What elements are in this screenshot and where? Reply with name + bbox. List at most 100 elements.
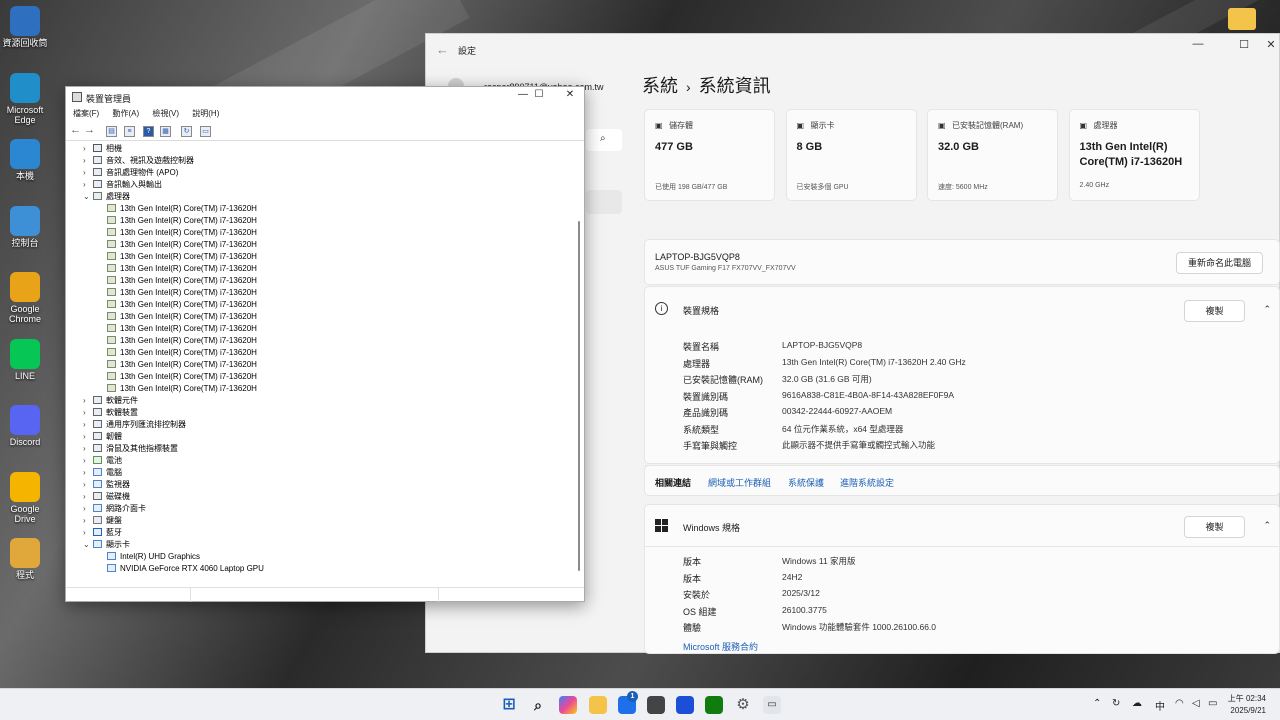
nav-selected-item[interactable] <box>586 190 622 214</box>
desktop-shortcut[interactable]: 資源回收筒 <box>2 6 48 48</box>
chevron-up-icon[interactable]: ⌃ <box>1093 698 1101 709</box>
menu-view[interactable]: 檢視(V) <box>152 109 179 118</box>
maximize-button[interactable]: ☐ <box>1229 38 1259 51</box>
tree-device[interactable]: 13th Gen Intel(R) Core(TM) i7-13620H <box>107 203 257 215</box>
tree-category[interactable]: › 藍牙 <box>83 527 122 539</box>
settings-icon[interactable]: ⚙ <box>734 696 752 714</box>
collapse-chevron-icon[interactable]: ⌄ <box>83 539 93 551</box>
search-icon[interactable]: ⌕ <box>529 696 547 714</box>
tree-category[interactable]: › 鍵盤 <box>83 515 122 527</box>
copy-windows-specs-button[interactable]: 複製 <box>1184 516 1245 538</box>
scan-hardware-icon[interactable]: ▭ <box>200 126 211 137</box>
tree-category[interactable]: › 滑鼠及其他指標裝置 <box>83 443 178 455</box>
sync-icon[interactable]: ↻ <box>1112 698 1120 709</box>
link-microsoft-services-agreement[interactable]: Microsoft 服務合約 <box>683 640 758 653</box>
expand-chevron-icon[interactable]: › <box>83 407 93 419</box>
tree-device[interactable]: 13th Gen Intel(R) Core(TM) i7-13620H <box>107 299 257 311</box>
tree-category[interactable]: › 電腦 <box>83 467 122 479</box>
tree-device[interactable]: 13th Gen Intel(R) Core(TM) i7-13620H <box>107 383 257 395</box>
tree-category[interactable]: › 音訊輸入與輸出 <box>83 179 162 191</box>
menu-help[interactable]: 說明(H) <box>192 109 219 118</box>
chevron-up-icon[interactable]: ⌃ <box>1263 520 1271 531</box>
tree-device[interactable]: 13th Gen Intel(R) Core(TM) i7-13620H <box>107 227 257 239</box>
expand-chevron-icon[interactable]: › <box>83 155 93 167</box>
tree-device[interactable]: 13th Gen Intel(R) Core(TM) i7-13620H <box>107 371 257 383</box>
tree-category[interactable]: › 通用序列匯流排控制器 <box>83 419 186 431</box>
tree-device[interactable]: NVIDIA GeForce RTX 4060 Laptop GPU <box>107 563 264 575</box>
cloud-icon[interactable]: ☁ <box>1132 698 1142 709</box>
link-advanced-system-settings[interactable]: 進階系統設定 <box>840 476 894 489</box>
tree-category[interactable]: › 韌體 <box>83 431 122 443</box>
expand-chevron-icon[interactable]: › <box>83 491 93 503</box>
expand-chevron-icon[interactable]: › <box>83 443 93 455</box>
close-button[interactable]: ✕ <box>555 89 585 100</box>
tree-device[interactable]: 13th Gen Intel(R) Core(TM) i7-13620H <box>107 335 257 347</box>
tree-device[interactable]: 13th Gen Intel(R) Core(TM) i7-13620H <box>107 251 257 263</box>
tree-device[interactable]: 13th Gen Intel(R) Core(TM) i7-13620H <box>107 311 257 323</box>
app-icon[interactable] <box>676 696 694 714</box>
ime-indicator[interactable]: 中 <box>1155 698 1165 713</box>
desktop-shortcut[interactable]: Google Drive <box>2 471 48 524</box>
tree-category[interactable]: › 軟體元件 <box>83 395 138 407</box>
copy-device-specs-button[interactable]: 複製 <box>1184 300 1245 322</box>
desktop-shortcut[interactable]: Microsoft Edge <box>2 72 48 125</box>
help-icon[interactable]: ? <box>143 126 154 137</box>
expand-chevron-icon[interactable]: › <box>83 515 93 527</box>
rename-pc-button[interactable]: 重新命名此電腦 <box>1176 252 1263 274</box>
expand-chevron-icon[interactable]: › <box>83 455 93 467</box>
link-domain-workgroup[interactable]: 網域或工作群組 <box>708 476 771 489</box>
store-icon[interactable]: 1 <box>618 691 638 714</box>
scrollbar[interactable] <box>578 221 580 571</box>
tree-category[interactable]: › 監視器 <box>83 479 130 491</box>
tree-category[interactable]: › 相機 <box>83 143 122 155</box>
menu-file[interactable]: 檔案(F) <box>73 109 99 118</box>
tree-category[interactable]: › 網路介面卡 <box>83 503 146 515</box>
desktop-folder-icon[interactable] <box>1228 8 1256 30</box>
collapse-chevron-icon[interactable]: ⌄ <box>83 191 93 203</box>
resources-icon[interactable]: ▦ <box>160 126 171 137</box>
expand-chevron-icon[interactable]: › <box>83 419 93 431</box>
menu-action[interactable]: 動作(A) <box>112 109 139 118</box>
expand-chevron-icon[interactable]: › <box>83 179 93 191</box>
search-icon[interactable]: ⌕ <box>586 129 622 151</box>
breadcrumb-parent[interactable]: 系統 <box>642 76 678 96</box>
desktop-shortcut[interactable]: 控制台 <box>2 205 48 248</box>
tree-device[interactable]: 13th Gen Intel(R) Core(TM) i7-13620H <box>107 347 257 359</box>
copilot-icon[interactable] <box>559 696 577 714</box>
back-arrow-icon[interactable]: ← <box>70 125 81 137</box>
tree-device[interactable]: 13th Gen Intel(R) Core(TM) i7-13620H <box>107 323 257 335</box>
expand-chevron-icon[interactable]: › <box>83 395 93 407</box>
tree-category[interactable]: ⌄ 處理器 <box>83 191 130 203</box>
start-icon[interactable]: ⊞ <box>500 696 518 714</box>
desktop-shortcut[interactable]: 本機 <box>2 139 48 181</box>
tree-device[interactable]: 13th Gen Intel(R) Core(TM) i7-13620H <box>107 287 257 299</box>
tree-category[interactable]: › 音效、視訊及遊戲控制器 <box>83 155 194 167</box>
desktop-shortcut[interactable]: Google Chrome <box>2 272 48 324</box>
forward-arrow-icon[interactable]: → <box>84 125 95 137</box>
properties-icon[interactable]: ▤ <box>106 126 117 137</box>
tree-category[interactable]: › 軟體裝置 <box>83 407 138 419</box>
desktop-shortcut[interactable]: Discord <box>2 405 48 447</box>
expand-chevron-icon[interactable]: › <box>83 479 93 491</box>
tree-category[interactable]: › 磁碟機 <box>83 491 130 503</box>
tree-device[interactable]: 13th Gen Intel(R) Core(TM) i7-13620H <box>107 239 257 251</box>
tree-category[interactable]: › 音訊處理物件 (APO) <box>83 167 178 179</box>
expand-chevron-icon[interactable]: › <box>83 143 93 155</box>
tree-device[interactable]: Intel(R) UHD Graphics <box>107 551 200 563</box>
volume-icon[interactable]: ◁ <box>1192 698 1200 709</box>
close-button[interactable]: ✕ <box>1256 38 1280 51</box>
tree-category[interactable]: ⌄ 顯示卡 <box>83 539 130 551</box>
expand-chevron-icon[interactable]: › <box>83 527 93 539</box>
desktop-shortcut[interactable]: LINE <box>2 338 48 381</box>
file-explorer-icon[interactable] <box>589 696 607 714</box>
tree-device[interactable]: 13th Gen Intel(R) Core(TM) i7-13620H <box>107 275 257 287</box>
chevron-up-icon[interactable]: ⌃ <box>1263 304 1271 315</box>
desktop-shortcut[interactable]: 程式 <box>2 538 48 580</box>
link-system-protection[interactable]: 系統保護 <box>788 476 824 489</box>
expand-chevron-icon[interactable]: › <box>83 467 93 479</box>
expand-chevron-icon[interactable]: › <box>83 431 93 443</box>
tree-category[interactable]: › 電池 <box>83 455 122 467</box>
wifi-icon[interactable]: ◠ <box>1175 698 1184 709</box>
system-clock[interactable]: 上午 02:34 2025/9/21 <box>1228 693 1266 717</box>
maximize-button[interactable]: ☐ <box>524 89 554 100</box>
